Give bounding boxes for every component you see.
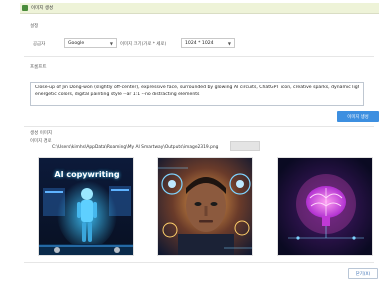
divider (24, 56, 374, 57)
chevron-down-icon: ▼ (109, 40, 113, 46)
provider-value: Google (68, 40, 85, 46)
output-path-field[interactable]: C:\Users\kimhs\AppData\Roaming\My AI Sma… (52, 143, 228, 151)
app-icon (22, 5, 28, 11)
glowing-brain-illustration (278, 158, 372, 255)
generate-image-button[interactable]: 이미지 생성 (337, 111, 379, 122)
divider (24, 262, 374, 263)
image-caption: AI copywriting (54, 170, 120, 179)
generated-image-1[interactable]: AI copywriting (38, 157, 134, 256)
settings-section-label: 설정 (30, 24, 39, 29)
browse-button[interactable] (230, 141, 260, 151)
divider (24, 126, 374, 127)
prompt-line: Close-up of Jin Dong-won (slightly off-c… (35, 85, 359, 90)
chevron-down-icon: ▼ (227, 40, 231, 46)
size-value: 1024 * 1024 (185, 40, 214, 46)
prompt-section-label: 프롬프트 (30, 65, 47, 70)
provider-label: 공급자 (33, 42, 46, 47)
window-titlebar: 이미지 생성 (20, 3, 379, 14)
generated-image-3[interactable] (277, 157, 373, 256)
size-label: 이미지 크기(가로 * 세로) (120, 42, 167, 47)
window-title: 이미지 생성 (31, 6, 54, 11)
output-section-label: 생성 이미지 (30, 131, 53, 136)
save-path-label: 이미지 경로 (30, 139, 52, 144)
portrait-with-ai-circuits-illustration (158, 158, 252, 255)
close-button[interactable]: 닫기(X) (348, 268, 378, 279)
size-dropdown[interactable]: 1024 * 1024 ▼ (181, 38, 235, 48)
prompt-input[interactable]: Close-up of Jin Dong-won (slightly off-c… (30, 82, 364, 106)
generated-image-2[interactable] (157, 157, 253, 256)
provider-dropdown[interactable]: Google ▼ (64, 38, 117, 48)
prompt-line: energetic colors, digital painting style… (35, 91, 200, 97)
